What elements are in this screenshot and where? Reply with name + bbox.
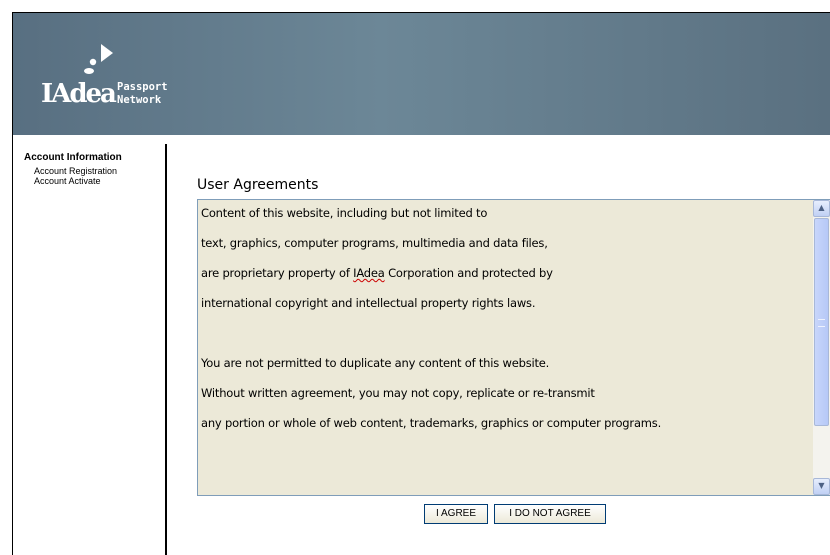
- header-banner: IAdea Passport Network: [13, 13, 830, 135]
- logo: IAdea Passport Network: [41, 41, 211, 111]
- agreement-line: Content of this website, including but n…: [201, 206, 488, 220]
- scroll-down-arrow-icon: ▼: [818, 481, 825, 490]
- agreement-line: [201, 320, 811, 350]
- agreement-text: Content of this website, including but n…: [201, 200, 811, 440]
- disagree-button[interactable]: I DO NOT AGREE: [494, 504, 606, 524]
- logo-tagline-line1: Passport: [117, 81, 168, 93]
- scroll-up-button[interactable]: ▲: [813, 200, 830, 217]
- agreement-line-part: Corporation and protected by: [384, 266, 553, 280]
- agreement-line: text, graphics, computer programs, multi…: [201, 236, 548, 250]
- sidebar-item-account-registration[interactable]: Account Registration: [34, 166, 117, 176]
- agreement-line: are proprietary property of IAdea Corpor…: [201, 260, 811, 290]
- logo-tagline-line2: Network: [117, 94, 162, 106]
- scrollbar-grip-icon: [818, 319, 825, 327]
- arrow-dots-logo-icon: [84, 44, 113, 74]
- agreement-line: Without written agreement, you may not c…: [201, 386, 595, 400]
- sidebar-item-account-activate[interactable]: Account Activate: [34, 176, 101, 186]
- vertical-scrollbar[interactable]: ▲ ▼: [813, 200, 830, 495]
- agreement-line: any portion or whole of web content, tra…: [201, 416, 662, 430]
- scroll-up-arrow-icon: ▲: [818, 203, 825, 212]
- scrollbar-thumb[interactable]: [814, 218, 829, 426]
- section-title: User Agreements: [197, 177, 319, 193]
- agreement-line: international copyright and intellectual…: [201, 296, 536, 310]
- agreement-textarea[interactable]: Content of this website, including but n…: [197, 199, 830, 496]
- sidebar-title: Account Information: [24, 152, 122, 163]
- sidebar-divider: [165, 144, 167, 555]
- spellcheck-word: IAdea: [353, 266, 385, 280]
- page-frame: IAdea Passport Network Account Informati…: [12, 12, 830, 555]
- agreement-line-part: are proprietary property of: [201, 266, 354, 280]
- agreement-line: You are not permitted to duplicate any c…: [201, 356, 550, 370]
- agree-button[interactable]: I AGREE: [424, 504, 488, 524]
- scroll-down-button[interactable]: ▼: [813, 478, 830, 495]
- sidebar: Account Information Account Registration…: [13, 135, 163, 555]
- logo-brand-text: IAdea: [41, 79, 117, 109]
